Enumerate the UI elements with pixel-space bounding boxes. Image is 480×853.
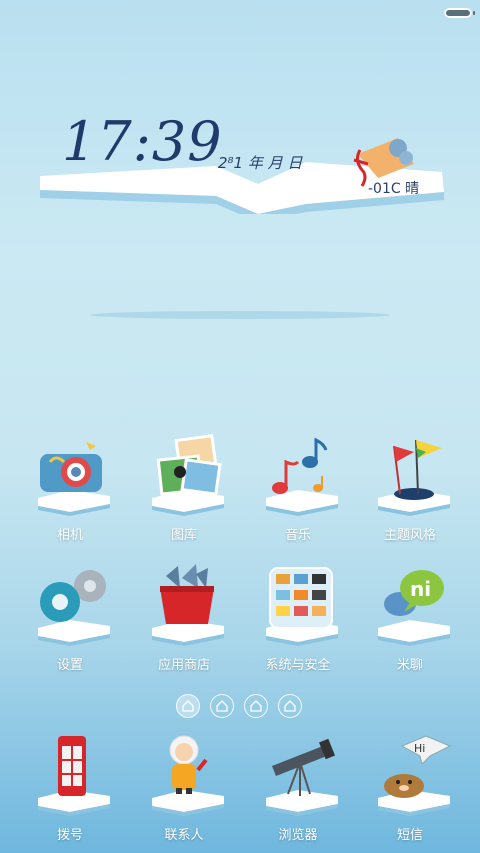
camera-icon xyxy=(38,442,110,516)
home-icon xyxy=(182,700,194,712)
app-store[interactable]: 应用商店 xyxy=(124,562,244,682)
page-dot-home[interactable] xyxy=(176,694,200,718)
music-icon xyxy=(266,437,338,516)
app-label: 拨号 xyxy=(56,828,83,843)
dock-contacts[interactable]: 联系人 xyxy=(124,732,244,852)
page-dot[interactable] xyxy=(210,694,234,718)
page-indicator[interactable] xyxy=(176,694,304,720)
system-folder-icon xyxy=(266,567,338,646)
app-label: 音乐 xyxy=(284,528,311,543)
theme-flags-icon xyxy=(378,439,450,516)
seal-hi-icon: Hi xyxy=(378,735,452,816)
ice-sliver-decoration xyxy=(90,311,390,319)
fish-bucket-icon xyxy=(152,564,224,646)
clock-time: 17:39 xyxy=(62,110,223,173)
page-dot[interactable] xyxy=(244,694,268,718)
dock-messages[interactable]: Hi 短信 xyxy=(350,732,470,852)
gallery-icon xyxy=(152,433,224,516)
app-label: 系统与安全 xyxy=(265,658,331,673)
page-dot[interactable] xyxy=(278,694,302,718)
dock-dialer[interactable]: 拨号 xyxy=(10,732,130,852)
svg-text:ni: ni xyxy=(410,577,431,601)
app-camera[interactable]: 相机 xyxy=(10,432,130,552)
app-theme[interactable]: 主题风格 xyxy=(350,432,470,552)
phone-booth-icon xyxy=(38,736,110,816)
app-gallery[interactable]: 图库 xyxy=(124,432,244,552)
app-label: 浏览器 xyxy=(278,828,318,843)
app-label: 短信 xyxy=(396,828,423,843)
app-label: 主题风格 xyxy=(383,528,436,543)
home-icon xyxy=(216,700,228,712)
app-label: 相机 xyxy=(56,528,83,543)
home-icon xyxy=(284,700,296,712)
app-system-security[interactable]: 系统与安全 xyxy=(238,562,358,682)
app-label: 米聊 xyxy=(396,658,423,673)
telescope-icon xyxy=(266,738,338,816)
gears-icon xyxy=(38,570,110,646)
app-settings[interactable]: 设置 xyxy=(10,562,130,682)
clock-date: 2⁸1 年 月 日 xyxy=(218,154,303,172)
app-label: 应用商店 xyxy=(157,658,210,673)
weather-text: -01C 晴 xyxy=(368,181,420,197)
app-label: 图库 xyxy=(170,528,197,543)
app-label: 联系人 xyxy=(164,828,204,843)
eskimo-icon xyxy=(152,735,224,816)
dock-browser[interactable]: 浏览器 xyxy=(238,732,358,852)
app-music[interactable]: 音乐 xyxy=(238,432,358,552)
home-icon xyxy=(250,700,262,712)
chat-bubble-icon: ni xyxy=(378,570,450,646)
battery-icon xyxy=(444,8,475,18)
app-label: 设置 xyxy=(56,658,83,673)
clock-weather-widget[interactable]: 17:39 2⁸1 年 月 日 -01C 晴 xyxy=(36,104,448,214)
app-miliao[interactable]: ni 米聊 xyxy=(350,562,470,682)
svg-text:Hi: Hi xyxy=(414,742,425,755)
